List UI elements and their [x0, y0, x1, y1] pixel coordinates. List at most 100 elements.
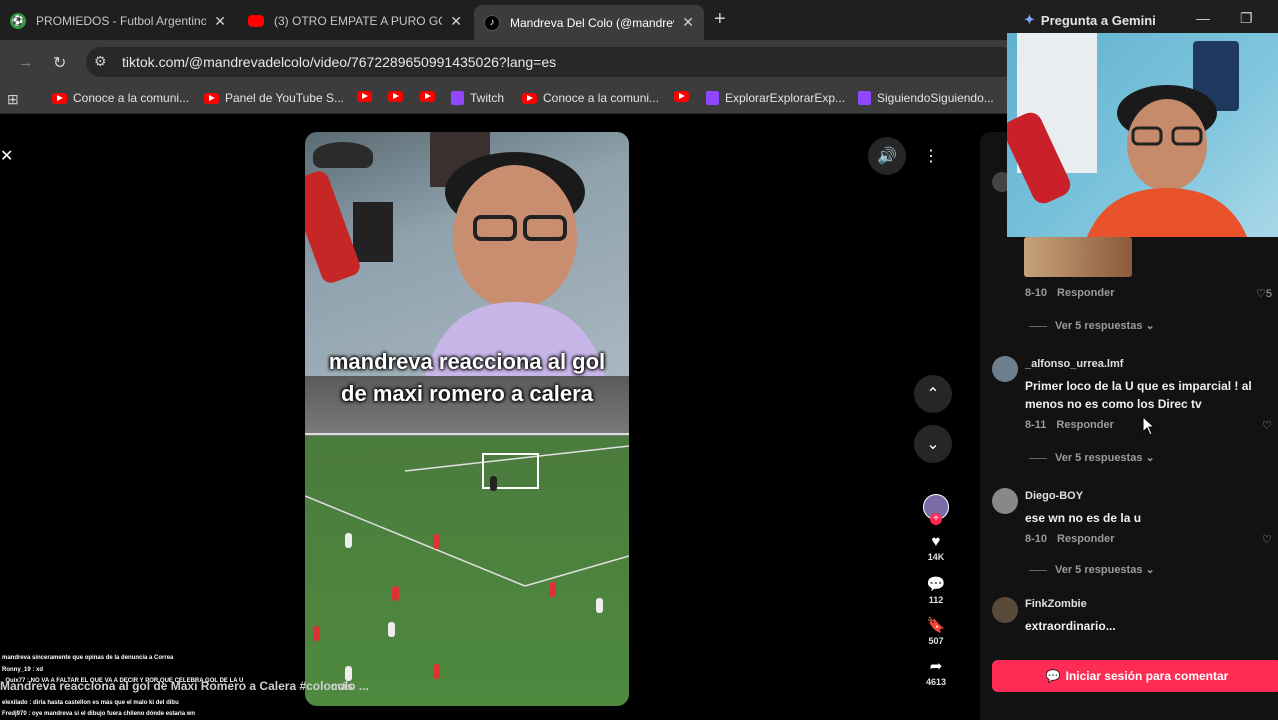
view-replies-label: Ver 5 respuestas — [1055, 452, 1143, 464]
share-count: 4613 — [925, 677, 947, 687]
video-match-frame — [305, 376, 629, 706]
bookmark-item[interactable] — [674, 91, 695, 102]
reload-icon[interactable]: ↻ — [53, 53, 66, 73]
bookmark-item[interactable]: Twitch — [451, 91, 504, 105]
like-action[interactable]: ♥ 14K — [920, 533, 952, 562]
close-tab-icon[interactable]: ✕ — [214, 13, 226, 30]
bookmark-label: Panel de YouTube S... — [225, 91, 344, 105]
youtube-icon — [522, 92, 537, 104]
view-replies-button[interactable]: Ver 5 respuestas ⌄ — [1029, 563, 1155, 576]
player — [433, 664, 440, 679]
commenter-avatar[interactable] — [992, 597, 1018, 623]
bookmark-icon: 🔖 — [926, 617, 946, 634]
save-action[interactable]: 🔖 507 — [920, 616, 952, 646]
gemini-icon: ✦ — [1024, 12, 1035, 27]
view-replies-button[interactable]: Ver 5 respuestas ⌄ — [1029, 451, 1155, 464]
comment-image[interactable] — [1024, 237, 1132, 277]
youtube-icon — [357, 91, 372, 102]
volume-button[interactable]: 🔊 — [868, 137, 906, 175]
forward-icon[interactable]: → — [18, 54, 33, 71]
bookmark-item[interactable] — [420, 91, 441, 102]
comment-like[interactable]: ♡5 — [1256, 287, 1272, 300]
commenter-avatar[interactable] — [992, 488, 1018, 514]
player — [388, 622, 395, 637]
minimize-icon[interactable]: — — [1196, 10, 1210, 26]
new-tab-icon[interactable]: + — [714, 8, 726, 31]
reply-button[interactable]: Responder — [1057, 533, 1114, 545]
player — [345, 533, 352, 548]
comment-date: 8-11 — [1025, 419, 1047, 431]
comment-like-count: 5 — [1265, 288, 1272, 300]
player — [313, 626, 320, 641]
youtube-icon — [248, 15, 264, 27]
apps-grid-icon[interactable]: ⊞ — [7, 91, 19, 108]
restore-icon[interactable]: ❐ — [1240, 10, 1253, 27]
heart-outline-icon[interactable]: ♡ — [1262, 419, 1272, 432]
twitch-icon — [451, 91, 464, 105]
bookmark-label: Conoce a la comuni... — [73, 91, 190, 105]
twitch-icon — [706, 91, 719, 105]
bookmark-item[interactable]: Conoce a la comuni... — [522, 91, 659, 105]
gemini-button[interactable]: ✦ Pregunta a Gemini — [1016, 6, 1164, 34]
player — [596, 598, 603, 613]
more-description-button[interactable]: más — [331, 681, 353, 693]
comment-username[interactable]: Diego-BOY — [1025, 490, 1083, 502]
reply-button[interactable]: Responder — [1057, 287, 1114, 299]
reply-button[interactable]: Responder — [1056, 419, 1113, 431]
comment-date: 8-10 — [1025, 287, 1048, 299]
player — [433, 534, 440, 549]
chevron-down-icon: ⌄ — [1145, 320, 1155, 332]
caption-line-2: de maxi romero a calera — [341, 381, 593, 406]
follow-plus-icon[interactable]: + — [930, 513, 942, 525]
shelf-box — [353, 202, 393, 262]
url-text[interactable]: tiktok.com/@mandrevadelcolo/video/767228… — [122, 54, 556, 70]
comment-icon: 💬 — [926, 576, 946, 593]
youtube-icon — [52, 92, 67, 104]
goalkeeper — [490, 476, 497, 491]
more-options-button[interactable]: ⋮ — [912, 137, 950, 175]
bookmark-item[interactable]: ExplorarExplorarExp... — [706, 91, 845, 105]
login-to-comment-button[interactable]: 💬 Iniciar sesión para comentar — [992, 660, 1278, 692]
tab-tiktok-active[interactable]: ♪ Mandreva Del Colo (@mandreva ✕ — [474, 5, 704, 40]
comment-date: 8-10 — [1025, 533, 1048, 545]
share-action[interactable]: ➦ 4613 — [920, 657, 952, 687]
comment-text: ese wn no es de la u — [1025, 511, 1142, 525]
like-count: 14K — [927, 552, 945, 562]
view-replies-button[interactable]: Ver 5 respuestas ⌄ — [1029, 319, 1155, 332]
bookmark-item[interactable] — [388, 91, 409, 102]
commenter-avatar[interactable] — [992, 356, 1018, 382]
next-video-button[interactable]: ⌄ — [914, 425, 952, 463]
player — [392, 586, 399, 601]
tab-youtube-video[interactable]: (3) OTRO EMPATE A PURO GOL ✕ — [238, 6, 472, 36]
heart-icon: ♥ — [931, 533, 941, 550]
video-player[interactable]: mandreva reacciona al gol de maxi romero… — [305, 132, 629, 706]
site-settings-icon[interactable]: ⚙ — [94, 53, 107, 70]
comment-text: extraordinario... — [1025, 619, 1116, 633]
comment-username[interactable]: FinkZombie — [1025, 598, 1087, 610]
stream-chat-line: Ronny_19 : xd — [2, 667, 44, 673]
youtube-icon — [420, 91, 435, 102]
login-button-label: Iniciar sesión para comentar — [1065, 669, 1229, 683]
heart-outline-icon[interactable]: ♡ — [1262, 533, 1272, 546]
bookmark-item[interactable] — [357, 91, 378, 102]
previous-video-button[interactable]: ⌃ — [914, 375, 952, 413]
close-icon[interactable]: ✕ — [0, 146, 13, 166]
chevron-down-icon: ⌄ — [1145, 564, 1155, 576]
bookmark-item[interactable]: SiguiendoSiguiendo... — [858, 91, 994, 105]
chevron-down-icon: ⌄ — [926, 436, 940, 453]
comment-action[interactable]: 💬 112 — [920, 575, 952, 605]
chevron-up-icon: ⌃ — [926, 386, 940, 403]
close-tab-icon[interactable]: ✕ — [682, 14, 694, 31]
close-tab-icon[interactable]: ✕ — [450, 13, 462, 30]
bookmark-item[interactable]: Panel de YouTube S... — [204, 91, 344, 105]
mouse-cursor-icon — [1142, 416, 1156, 436]
comment-username[interactable]: _alfonso_urrea.lmf — [1025, 358, 1123, 370]
promiedos-icon: ⚽ — [10, 13, 26, 29]
tiktok-icon: ♪ — [484, 14, 500, 31]
tab-promiedos[interactable]: ⚽ PROMIEDOS - Futbol Argentino ✕ — [0, 6, 236, 36]
comment-count: 112 — [928, 595, 944, 605]
stream-chat-line: elexilado : diría hasta castellon es más… — [2, 700, 179, 706]
cap-shape — [313, 142, 373, 168]
bookmark-item[interactable]: Conoce a la comuni... — [52, 91, 189, 105]
save-count: 507 — [928, 636, 944, 646]
